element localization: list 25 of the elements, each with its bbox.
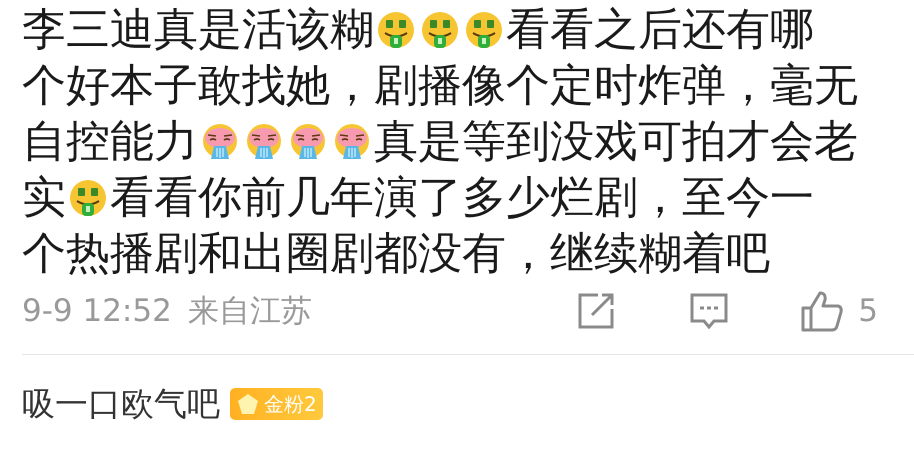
gem-icon [236, 392, 260, 416]
spewing-face-emoji-icon [244, 122, 284, 162]
comment-text: 自控能力 [22, 116, 198, 167]
like-count: 5 [858, 292, 878, 331]
money-face-emoji-icon [464, 10, 504, 50]
comment-text: 李三迪真是活该糊 [22, 4, 374, 55]
comment-location: 来自江苏 [188, 292, 312, 331]
comment-text: 个热播剧和出圈剧都没有，继续糊着吧 [22, 228, 770, 279]
thumbs-up-icon[interactable] [800, 290, 844, 332]
comment-text: 个好本子敢找她，剧播像个定时炸弹，毫无 [22, 60, 858, 111]
comment-text: 真是等到没戏可拍才会老 [374, 116, 858, 167]
money-face-emoji-icon [420, 10, 460, 50]
share-icon[interactable] [576, 291, 616, 331]
comment-text: 实 [22, 172, 66, 223]
username[interactable]: 吸一口欧气吧 [22, 379, 220, 428]
comment-text: 看看之后还有哪 [506, 4, 814, 55]
money-face-emoji-icon [68, 178, 108, 218]
comment-time: 9-9 12:52 [22, 292, 172, 331]
money-face-emoji-icon [376, 10, 416, 50]
spewing-face-emoji-icon [332, 122, 372, 162]
comment-text: 看看你前几年演了多少烂剧，至今一 [110, 172, 814, 223]
comment-icon[interactable] [688, 291, 730, 331]
fan-badge: 金粉2 [230, 388, 323, 420]
spewing-face-emoji-icon [200, 122, 240, 162]
spewing-face-emoji-icon [288, 122, 328, 162]
